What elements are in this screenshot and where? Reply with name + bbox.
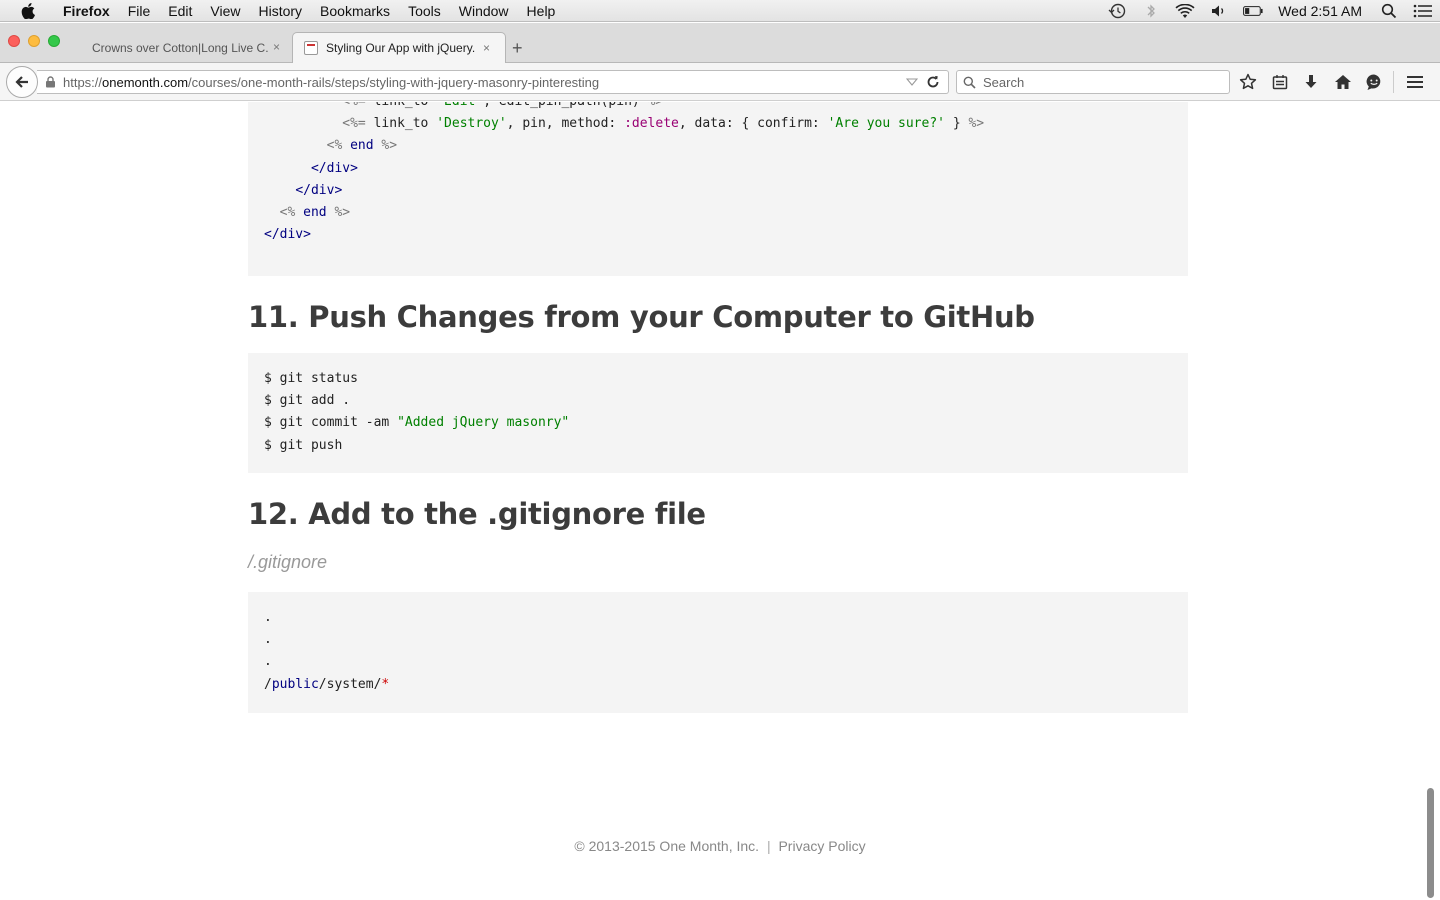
code-line: <%= link_to 'Edit', edit_pin_path(pin) %… (248, 102, 1188, 113)
code-line: <% end %> (326, 138, 398, 154)
tab-close-icon[interactable]: × (273, 40, 280, 54)
tab-strip: Crowns over Cotton|Long Live C... × Styl… (0, 23, 1440, 63)
code-line: <% end %> (279, 204, 351, 220)
new-tab-button[interactable]: + (512, 39, 523, 57)
navigation-bar: https://onemonth.com/courses/one-month-r… (0, 63, 1440, 101)
tab-crowns-over-cotton[interactable]: Crowns over Cotton|Long Live C... × (76, 32, 290, 63)
wifi-icon[interactable] (1175, 3, 1195, 19)
bluetooth-icon[interactable] (1141, 3, 1161, 19)
tab-styling-our-app[interactable]: Styling Our App with jQuery... × (292, 32, 506, 63)
hamburger-menu-icon[interactable] (1404, 72, 1426, 92)
toolbar-separator (1393, 71, 1394, 93)
code-line: <%= link_to 'Destroy', pin, method: :del… (342, 116, 985, 132)
page-footer: © 2013-2015 One Month, Inc. | Privacy Po… (0, 838, 1440, 854)
macos-menu-bar: Firefox File Edit View History Bookmarks… (0, 0, 1440, 22)
lock-icon[interactable] (45, 76, 57, 88)
spotlight-icon[interactable] (1379, 3, 1399, 19)
hello-chat-icon[interactable] (1364, 72, 1384, 92)
code-line: . (264, 654, 272, 670)
code-line: $ git commit -am "Added jQuery masonry" (248, 412, 1188, 434)
search-icon (963, 75, 977, 89)
page-viewport[interactable]: <%= link_to 'Edit', edit_pin_path(pin) %… (0, 102, 1440, 900)
history-dropdown-icon[interactable] (905, 75, 919, 92)
zoom-window-button[interactable] (48, 35, 60, 47)
close-window-button[interactable] (8, 35, 20, 47)
privacy-policy-link[interactable]: Privacy Policy (778, 838, 865, 854)
tab-title: Crowns over Cotton|Long Live C... (92, 40, 268, 55)
code-line: $ git push (264, 437, 343, 453)
volume-icon[interactable] (1209, 3, 1229, 19)
copyright-text: © 2013-2015 One Month, Inc. (574, 838, 760, 854)
download-icon[interactable] (1301, 72, 1321, 92)
menu-view[interactable]: View (201, 0, 249, 22)
calendar-favicon-icon (304, 41, 318, 55)
bookmark-star-icon[interactable] (1238, 72, 1258, 92)
code-line: </div> (264, 227, 311, 243)
menu-firefox[interactable]: Firefox (54, 0, 119, 22)
url-text[interactable]: https://onemonth.com/courses/one-month-r… (63, 75, 599, 90)
code-line: </div> (310, 160, 358, 176)
back-button[interactable] (6, 66, 38, 98)
section-heading-11: 11. Push Changes from your Computer to G… (248, 300, 1035, 334)
code-line: $ git status (264, 371, 358, 386)
menu-edit[interactable]: Edit (159, 0, 201, 22)
reload-icon[interactable] (926, 75, 940, 92)
footer-separator: | (766, 838, 771, 854)
commit-message: "Added jQuery masonry" (397, 415, 570, 431)
menu-tools[interactable]: Tools (399, 0, 450, 22)
tab-close-icon[interactable]: × (483, 41, 490, 55)
code-block-erb: <%= link_to 'Edit', edit_pin_path(pin) %… (248, 102, 1188, 276)
code-line: /public/system/* (264, 676, 390, 692)
battery-icon[interactable] (1243, 3, 1263, 19)
window-controls (8, 35, 68, 47)
back-arrow-icon (15, 76, 28, 88)
menu-file[interactable]: File (119, 0, 160, 22)
toolbar-icons (1238, 72, 1396, 92)
menu-window[interactable]: Window (450, 0, 518, 22)
apple-icon[interactable] (20, 2, 36, 19)
notification-center-icon[interactable] (1413, 3, 1433, 19)
section-heading-12: 12. Add to the .gitignore file (248, 497, 706, 531)
minimize-window-button[interactable] (28, 35, 40, 47)
code-line: . (264, 610, 272, 625)
file-path-label: /.gitignore (248, 552, 328, 572)
code-line: $ git add . (264, 393, 351, 409)
search-input[interactable]: Search (956, 70, 1230, 94)
search-placeholder: Search (983, 74, 1025, 90)
code-block-gitignore: . . . /public/system/* (248, 592, 1188, 713)
url-bar[interactable]: https://onemonth.com/courses/one-month-r… (37, 70, 949, 94)
menu-history[interactable]: History (249, 0, 311, 22)
git-commit-command: $ git commit -am (264, 415, 398, 431)
tab-title: Styling Our App with jQuery... (326, 41, 476, 55)
code-block-git-commands: $ git status $ git add . $ git commit -a… (248, 353, 1188, 473)
reading-list-icon[interactable] (1270, 72, 1290, 92)
code-line: . (264, 632, 272, 648)
vertical-scrollbar[interactable] (1427, 788, 1434, 898)
code-line: </div> (295, 182, 343, 198)
time-machine-icon[interactable] (1107, 3, 1127, 19)
menu-help[interactable]: Help (518, 0, 565, 22)
home-icon[interactable] (1333, 72, 1353, 92)
menu-bookmarks[interactable]: Bookmarks (311, 0, 399, 22)
menubar-clock[interactable]: Wed 2:51 AM (1278, 3, 1362, 19)
